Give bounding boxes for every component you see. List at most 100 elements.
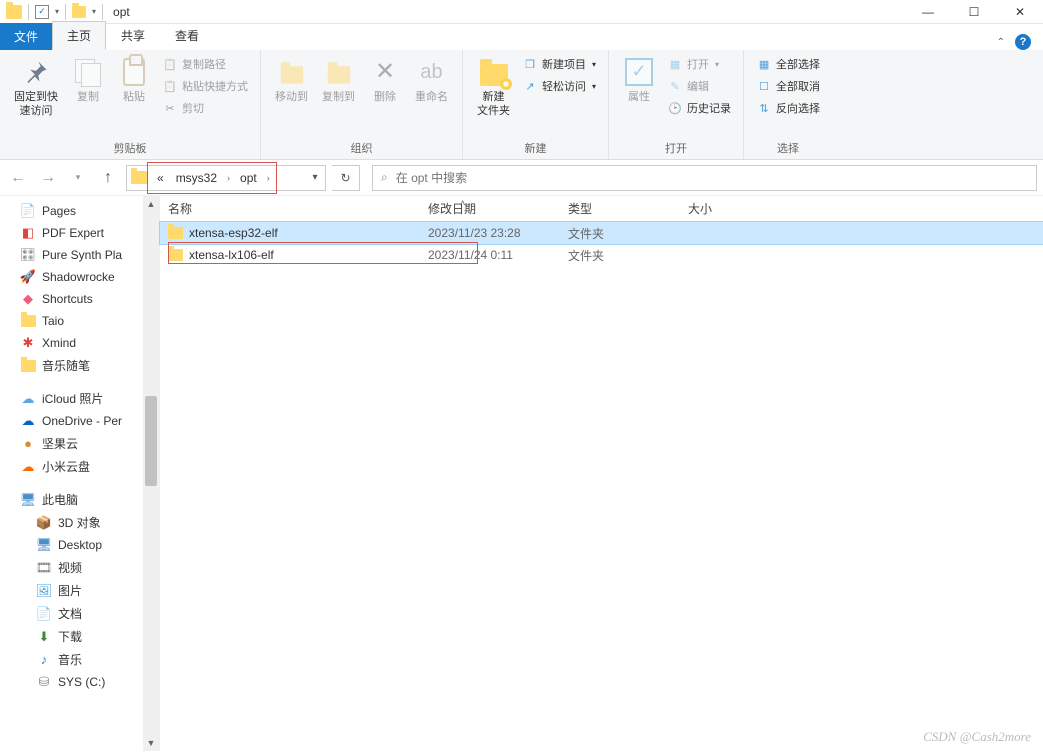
group-label-open: 打开: [617, 139, 735, 157]
invert-selection-button[interactable]: ⇅反向选择: [752, 98, 824, 118]
delete-button[interactable]: ✕删除: [363, 54, 407, 106]
file-row[interactable]: xtensa-lx106-elf 2023/11/24 0:11 文件夹: [160, 244, 1043, 266]
copy-path-button[interactable]: 📋复制路径: [158, 54, 252, 74]
sidebar-scrollbar[interactable]: ▲ ▼: [143, 196, 159, 751]
tab-file[interactable]: 文件: [0, 23, 52, 50]
column-name[interactable]: 名称: [168, 200, 428, 217]
sidebar-item[interactable]: 📦3D 对象: [0, 511, 159, 534]
sidebar-item-icon: ✱: [20, 335, 36, 351]
edit-button[interactable]: ✎编辑: [663, 76, 735, 96]
breadcrumb-prefix[interactable]: «: [151, 166, 170, 190]
ribbon-tabs: 文件 主页 共享 查看 ⌃ ?: [0, 24, 1043, 50]
recent-dropdown[interactable]: ▾: [66, 166, 90, 190]
sidebar-item[interactable]: ☁OneDrive - Per: [0, 410, 159, 432]
tab-view[interactable]: 查看: [160, 21, 214, 50]
breadcrumb-seg-opt[interactable]: opt: [234, 166, 263, 190]
sort-indicator-icon: ˄: [460, 198, 465, 208]
sidebar-item[interactable]: 🎛Pure Synth Pla: [0, 244, 159, 266]
chevron-right-icon[interactable]: ›: [223, 173, 234, 183]
sidebar-item-label: 此电脑: [42, 491, 78, 508]
sidebar-item[interactable]: ☁iCloud 照片: [0, 387, 159, 410]
paste-button[interactable]: 粘贴: [112, 54, 156, 106]
back-button[interactable]: ←: [6, 166, 30, 190]
sidebar-item-icon: ●: [20, 436, 36, 452]
history-button[interactable]: 🕑历史记录: [663, 98, 735, 118]
sidebar-item-icon: ◧: [20, 225, 36, 241]
sidebar-item[interactable]: 🎞视频: [0, 556, 159, 579]
chevron-down-icon[interactable]: ▾: [55, 7, 59, 16]
sidebar-item-icon: 📄: [20, 203, 36, 219]
search-box[interactable]: ⌕: [372, 165, 1037, 191]
rename-button[interactable]: ab重命名: [409, 54, 454, 106]
help-icon[interactable]: ?: [1015, 34, 1031, 50]
paste-shortcut-button[interactable]: 📋粘贴快捷方式: [158, 76, 252, 96]
select-none-button[interactable]: ☐全部取消: [752, 76, 824, 96]
cut-button[interactable]: ✂剪切: [158, 98, 252, 118]
sidebar-item[interactable]: 📄文档: [0, 602, 159, 625]
ribbon-collapse-icon[interactable]: ⌃: [997, 37, 1005, 48]
sidebar-item[interactable]: ●坚果云: [0, 432, 159, 455]
scroll-down-icon[interactable]: ▼: [143, 735, 159, 751]
sidebar-item[interactable]: 🚀Shadowrocke: [0, 266, 159, 288]
sidebar-item[interactable]: Taio: [0, 310, 159, 332]
sidebar-item[interactable]: ✱Xmind: [0, 332, 159, 354]
file-name: xtensa-esp32-elf: [189, 226, 278, 240]
new-folder-button[interactable]: 新建 文件夹: [471, 54, 516, 121]
search-input[interactable]: [396, 171, 1028, 185]
sidebar-item-label: Taio: [42, 314, 64, 328]
sidebar-item-label: PDF Expert: [42, 226, 104, 240]
address-bar[interactable]: « msys32 › opt › ▾: [126, 165, 326, 191]
scroll-up-icon[interactable]: ▲: [143, 196, 159, 212]
sidebar-item[interactable]: 📄Pages: [0, 200, 159, 222]
minimize-button[interactable]: —: [905, 0, 951, 24]
sidebar-item[interactable]: ♪音乐: [0, 648, 159, 671]
sidebar-item[interactable]: ◧ PDF Expert: [0, 222, 159, 244]
sidebar-item-icon: ◆: [20, 291, 36, 307]
up-button[interactable]: ↑: [96, 166, 120, 190]
folder-icon: [168, 227, 183, 239]
properties-button[interactable]: ✓属性: [617, 54, 661, 106]
sidebar-item-icon: ♪: [36, 652, 52, 668]
sidebar-item-label: 小米云盘: [42, 458, 90, 475]
copy-to-button[interactable]: 复制到: [316, 54, 361, 106]
select-all-button[interactable]: ▦全部选择: [752, 54, 824, 74]
file-row[interactable]: xtensa-esp32-elf 2023/11/23 23:28 文件夹: [160, 222, 1043, 244]
new-item-button[interactable]: ❐新建项目▾: [518, 54, 600, 74]
easy-access-button[interactable]: ↗轻松访问▾: [518, 76, 600, 96]
sidebar-item[interactable]: ⬇下载: [0, 625, 159, 648]
close-button[interactable]: ✕: [997, 0, 1043, 24]
tab-share[interactable]: 共享: [106, 21, 160, 50]
breadcrumb-seg-msys32[interactable]: msys32: [170, 166, 223, 190]
sidebar-item[interactable]: 🖼图片: [0, 579, 159, 602]
column-date[interactable]: 修改日期: [428, 200, 568, 217]
sidebar-item[interactable]: ☁ 小米云盘: [0, 455, 159, 478]
sidebar-item-icon: 📄: [36, 606, 52, 622]
forward-button[interactable]: →: [36, 166, 60, 190]
sidebar-item-icon: 🎛: [20, 247, 36, 263]
sidebar-item-icon: ☁: [20, 459, 36, 475]
group-label-organize: 组织: [269, 139, 454, 157]
open-button[interactable]: ▦打开▾: [663, 54, 735, 74]
sidebar-item[interactable]: ◆Shortcuts: [0, 288, 159, 310]
chevron-right-icon[interactable]: ›: [263, 173, 274, 183]
sidebar-item[interactable]: ⛁SYS (C:): [0, 671, 159, 693]
tab-home[interactable]: 主页: [52, 21, 106, 50]
column-type[interactable]: 类型: [568, 200, 688, 217]
address-dropdown-icon[interactable]: ▾: [305, 172, 325, 183]
sidebar-item[interactable]: 🖥Desktop: [0, 534, 159, 556]
pin-to-quick-access-button[interactable]: 固定到快 速访问: [8, 54, 64, 121]
chevron-down-icon[interactable]: ▾: [92, 7, 96, 16]
column-headers[interactable]: 名称 修改日期 类型 大小 ˄: [160, 196, 1043, 222]
copy-button[interactable]: 复制: [66, 54, 110, 106]
move-to-button[interactable]: 移动到: [269, 54, 314, 106]
file-type: 文件夹: [568, 247, 688, 264]
column-size[interactable]: 大小: [688, 200, 768, 217]
scroll-thumb[interactable]: [145, 396, 157, 486]
sidebar-item[interactable]: 音乐随笔: [0, 354, 159, 377]
sidebar-item-label: Shadowrocke: [42, 270, 115, 284]
sidebar-item[interactable]: 🖥此电脑: [0, 488, 159, 511]
maximize-button[interactable]: ☐: [951, 0, 997, 24]
sidebar-item-label: Desktop: [58, 538, 102, 552]
refresh-button[interactable]: ↻: [332, 165, 360, 191]
qat-checkbox-icon[interactable]: ✓: [35, 5, 49, 19]
